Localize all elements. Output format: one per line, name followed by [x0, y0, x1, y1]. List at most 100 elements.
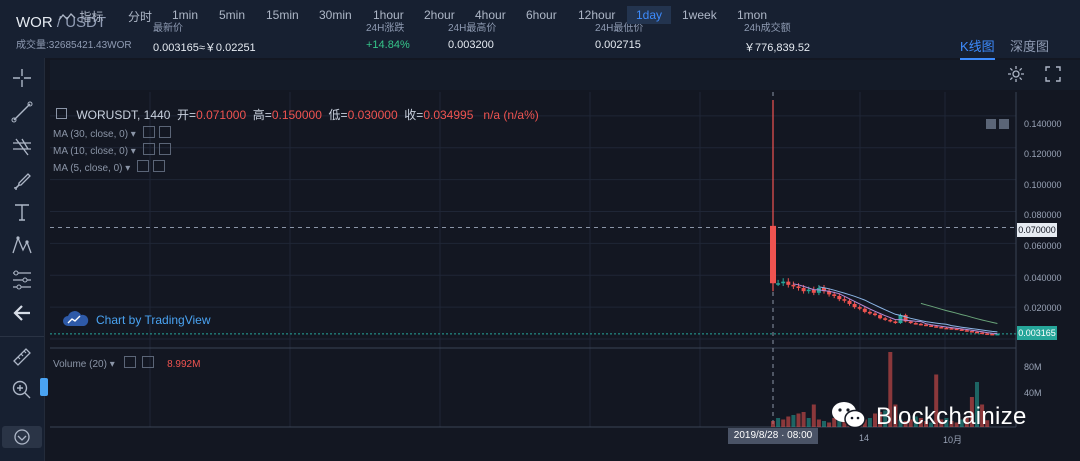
candle-body	[842, 299, 847, 301]
price-tick: 0.040000	[1024, 273, 1062, 283]
ma-settings-icon[interactable]	[142, 143, 155, 155]
open-value: 0.071000	[196, 108, 247, 122]
candle-body	[924, 324, 928, 327]
candle-body	[837, 295, 842, 300]
candle-body	[867, 311, 872, 314]
time-tick: 10月	[943, 435, 963, 445]
ma-remove-icon[interactable]	[158, 126, 171, 138]
volume-settings-icon[interactable]	[123, 356, 136, 368]
collapse-legend-icon[interactable]	[56, 108, 67, 119]
ma-label: MA (10, close, 0)	[53, 146, 129, 157]
watermark-text: Chart by TradingView	[96, 313, 211, 327]
crosshair-date-tag: 2019/8/28 · 08:00	[728, 428, 818, 444]
candle-body	[786, 281, 791, 285]
volume-bar	[811, 404, 816, 427]
candlestick-chart[interactable]	[0, 0, 1080, 461]
volume-bar	[771, 421, 775, 427]
candle-body	[776, 283, 781, 285]
volume-bar	[786, 416, 791, 427]
time-tick: 14	[859, 433, 870, 443]
open-price-tag: 0.070000	[1017, 223, 1057, 237]
candle-body	[852, 303, 857, 308]
candle-body	[888, 319, 893, 322]
candle-body	[893, 321, 898, 324]
ma-settings-icon[interactable]	[137, 160, 150, 172]
candle-body	[980, 332, 985, 335]
volume-bar	[867, 418, 872, 427]
high-label: 高=	[252, 108, 272, 122]
ma-legend-5[interactable]: MA (5, close, 0) ▾	[53, 160, 166, 174]
candle-body	[929, 325, 934, 327]
last-price-tag: 0.003165	[1017, 326, 1057, 340]
candle-body	[959, 329, 964, 331]
candle-body	[796, 286, 801, 289]
volume-bar	[816, 419, 821, 427]
volume-bar	[776, 418, 781, 427]
candle-body	[990, 333, 995, 336]
ma-legend-10[interactable]: MA (10, close, 0) ▾	[53, 143, 171, 157]
low-value: 0.030000	[347, 108, 398, 122]
candle-body	[939, 327, 944, 329]
symbol-label: WORUSDT, 1440	[76, 108, 171, 122]
candle-body	[985, 333, 990, 335]
candle-body	[873, 313, 877, 316]
axis-lock-icon[interactable]	[986, 119, 996, 129]
candle-body	[806, 289, 811, 292]
candle-body	[964, 330, 969, 332]
candle-body	[944, 327, 949, 330]
volume-bar	[822, 421, 826, 427]
ma-30-line	[920, 302, 998, 324]
volume-legend: Volume (20) ▾ 8.992M	[53, 356, 200, 370]
axis-settings-icon[interactable]	[999, 119, 1009, 129]
wechat-logo-icon	[830, 398, 868, 432]
candle-body	[883, 318, 888, 320]
ma-remove-icon[interactable]	[153, 160, 166, 172]
candle-body	[857, 307, 862, 309]
volume-tick: 80M	[1024, 362, 1042, 372]
ma-remove-icon[interactable]	[158, 143, 171, 155]
volume-tick: 40M	[1024, 388, 1042, 398]
tradingview-watermark[interactable]: Chart by TradingView	[62, 310, 211, 328]
price-tick: 0.020000	[1024, 303, 1062, 313]
ma-legend-30[interactable]: MA (30, close, 0) ▾	[53, 126, 171, 140]
candle-body	[801, 288, 806, 292]
candle-body	[862, 308, 867, 312]
price-tick: 0.100000	[1024, 180, 1062, 190]
ma-label: MA (5, close, 0)	[53, 163, 123, 174]
price-tick: 0.140000	[1024, 119, 1062, 129]
candle-body	[918, 323, 923, 326]
volume-bar	[796, 413, 801, 427]
open-label: 开=	[177, 108, 197, 122]
candle-body	[908, 321, 913, 324]
candle-body	[969, 331, 974, 333]
price-tick: 0.080000	[1024, 210, 1062, 220]
high-value: 0.150000	[271, 108, 322, 122]
ma-settings-icon[interactable]	[142, 126, 155, 138]
candle-body	[791, 284, 796, 287]
price-tick: 0.060000	[1024, 241, 1062, 251]
ma-10-line	[818, 286, 998, 333]
volume-label: Volume (20)	[53, 359, 107, 370]
candle-body	[995, 333, 1000, 336]
close-value: 0.034995	[423, 108, 474, 122]
volume-bar	[801, 412, 806, 427]
volume-bar	[791, 415, 796, 427]
candle-body	[913, 323, 918, 325]
ma-label: MA (30, close, 0)	[53, 129, 129, 140]
candle-body	[770, 225, 776, 284]
change-value: n/a (n/a%)	[483, 108, 539, 122]
candle-body	[878, 315, 883, 319]
volume-value: 8.992M	[167, 359, 201, 370]
brand-watermark: Blockchainize	[876, 403, 1027, 430]
ohlc-legend: WORUSDT, 1440 开=0.071000 高=0.150000 低=0.…	[56, 106, 539, 123]
low-label: 低=	[328, 108, 348, 122]
candle-body	[847, 300, 852, 304]
candle-body	[781, 281, 786, 284]
candle-body	[832, 294, 837, 296]
volume-remove-icon[interactable]	[142, 356, 155, 368]
price-tick: 0.120000	[1024, 149, 1062, 159]
close-label: 收=	[404, 108, 424, 122]
candle-body	[934, 326, 939, 328]
candle-body	[975, 331, 979, 334]
candle-body	[949, 328, 954, 330]
